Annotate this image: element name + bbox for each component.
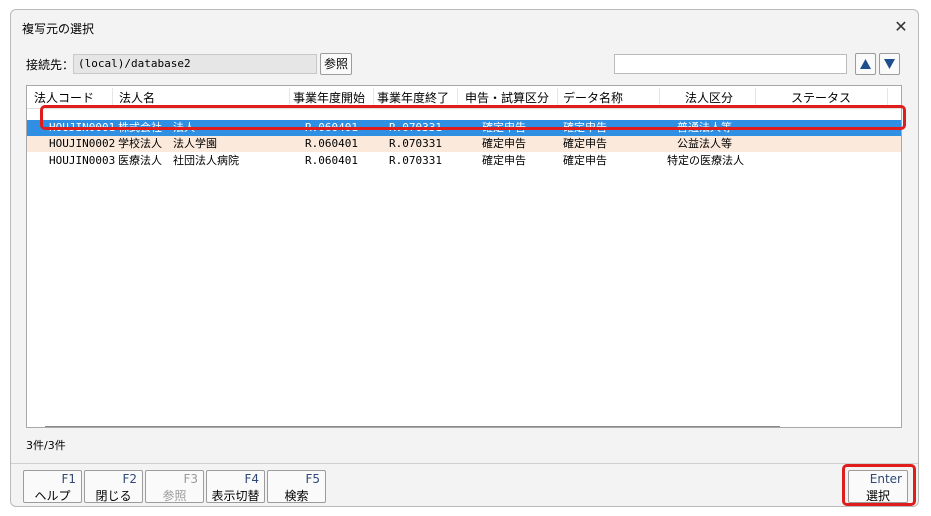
- table-row[interactable]: HOUJIN0002 学校法人 法人学園 R.060401 R.070331 確…: [27, 136, 901, 152]
- fkey-label: F3: [183, 472, 198, 486]
- header-divider: [659, 88, 660, 106]
- fkey-caption: 参照: [162, 489, 187, 503]
- cell-code: HOUJIN0003: [49, 154, 116, 167]
- cell-dataname: 確定申告: [563, 137, 607, 150]
- header-divider: [557, 88, 558, 106]
- fkey-label: F4: [244, 472, 259, 486]
- search-input[interactable]: [614, 54, 847, 74]
- selected-row-highlight: [40, 105, 906, 130]
- cell-kubun: 確定申告: [482, 137, 526, 150]
- header-divider: [373, 88, 374, 106]
- search-prev-button[interactable]: [855, 53, 876, 75]
- triangle-up-icon: [860, 59, 871, 69]
- f3-ref-button[interactable]: F3 参照: [145, 470, 204, 503]
- header-start[interactable]: 事業年度開始: [293, 89, 365, 106]
- header-code[interactable]: 法人コード: [34, 89, 94, 106]
- header-divider: [112, 88, 113, 106]
- header-divider: [887, 88, 888, 106]
- record-count: 3件/3件: [26, 439, 66, 452]
- header-houjin-kubun[interactable]: 法人区分: [685, 89, 733, 106]
- cell-dataname: 確定申告: [563, 154, 607, 167]
- triangle-down-icon: [884, 59, 895, 69]
- cell-houjin-kubun: 特定の医療法人: [667, 154, 744, 167]
- header-divider: [457, 88, 458, 106]
- cell-name: 医療法人 社団法人病院: [118, 154, 239, 167]
- connection-ref-button[interactable]: 参照: [320, 53, 352, 75]
- fkey-caption: 閉じる: [95, 489, 132, 503]
- f4-toggle-view-button[interactable]: F4 表示切替: [206, 470, 265, 503]
- header-dataname[interactable]: データ名称: [563, 89, 623, 106]
- fkey-caption: 検索: [284, 489, 309, 503]
- dialog-title: 複写元の選択: [22, 22, 95, 36]
- fkey-caption: ヘルプ: [34, 489, 71, 503]
- cell-kubun: 確定申告: [482, 154, 526, 167]
- horizontal-scrollbar[interactable]: [45, 426, 780, 427]
- cell-end: R.070331: [389, 154, 442, 167]
- cell-code: HOUJIN0002: [49, 137, 116, 150]
- cell-houjin-kubun: 公益法人等: [677, 137, 732, 150]
- fkey-label: F1: [61, 472, 76, 486]
- title-bar: 複写元の選択 ✕: [11, 10, 918, 44]
- header-kubun[interactable]: 申告・試算区分: [465, 89, 549, 106]
- cell-start: R.060401: [305, 137, 358, 150]
- fkey-label: F5: [305, 472, 320, 486]
- connection-label: 接続先：: [26, 58, 75, 72]
- fkey-caption: 表示切替: [211, 489, 260, 503]
- f1-help-button[interactable]: F1 ヘルプ: [23, 470, 82, 503]
- search-next-button[interactable]: [879, 53, 900, 75]
- table-row[interactable]: HOUJIN0003 医療法人 社団法人病院 R.060401 R.070331…: [27, 153, 901, 169]
- header-end[interactable]: 事業年度終了: [377, 89, 449, 106]
- header-name[interactable]: 法人名: [119, 89, 155, 106]
- header-divider: [289, 88, 290, 106]
- connection-field: (local)/database2: [73, 54, 317, 74]
- fkey-label: F2: [122, 472, 137, 486]
- corporation-grid[interactable]: 法人コード 法人名 事業年度開始 事業年度終了 申告・試算区分 データ名称 法人…: [26, 85, 902, 428]
- f5-search-button[interactable]: F5 検索: [267, 470, 326, 503]
- cell-end: R.070331: [389, 137, 442, 150]
- f2-close-button[interactable]: F2 閉じる: [84, 470, 143, 503]
- close-button[interactable]: ✕: [890, 16, 912, 38]
- dialog-window: 複写元の選択 ✕ 接続先： (local)/database2 参照 法人コード…: [10, 9, 919, 507]
- header-divider: [755, 88, 756, 106]
- cell-name: 学校法人 法人学園: [118, 137, 217, 150]
- function-bar-divider: [11, 463, 918, 464]
- header-status[interactable]: ステータス: [791, 89, 851, 106]
- cell-start: R.060401: [305, 154, 358, 167]
- select-button-highlight: [842, 464, 916, 506]
